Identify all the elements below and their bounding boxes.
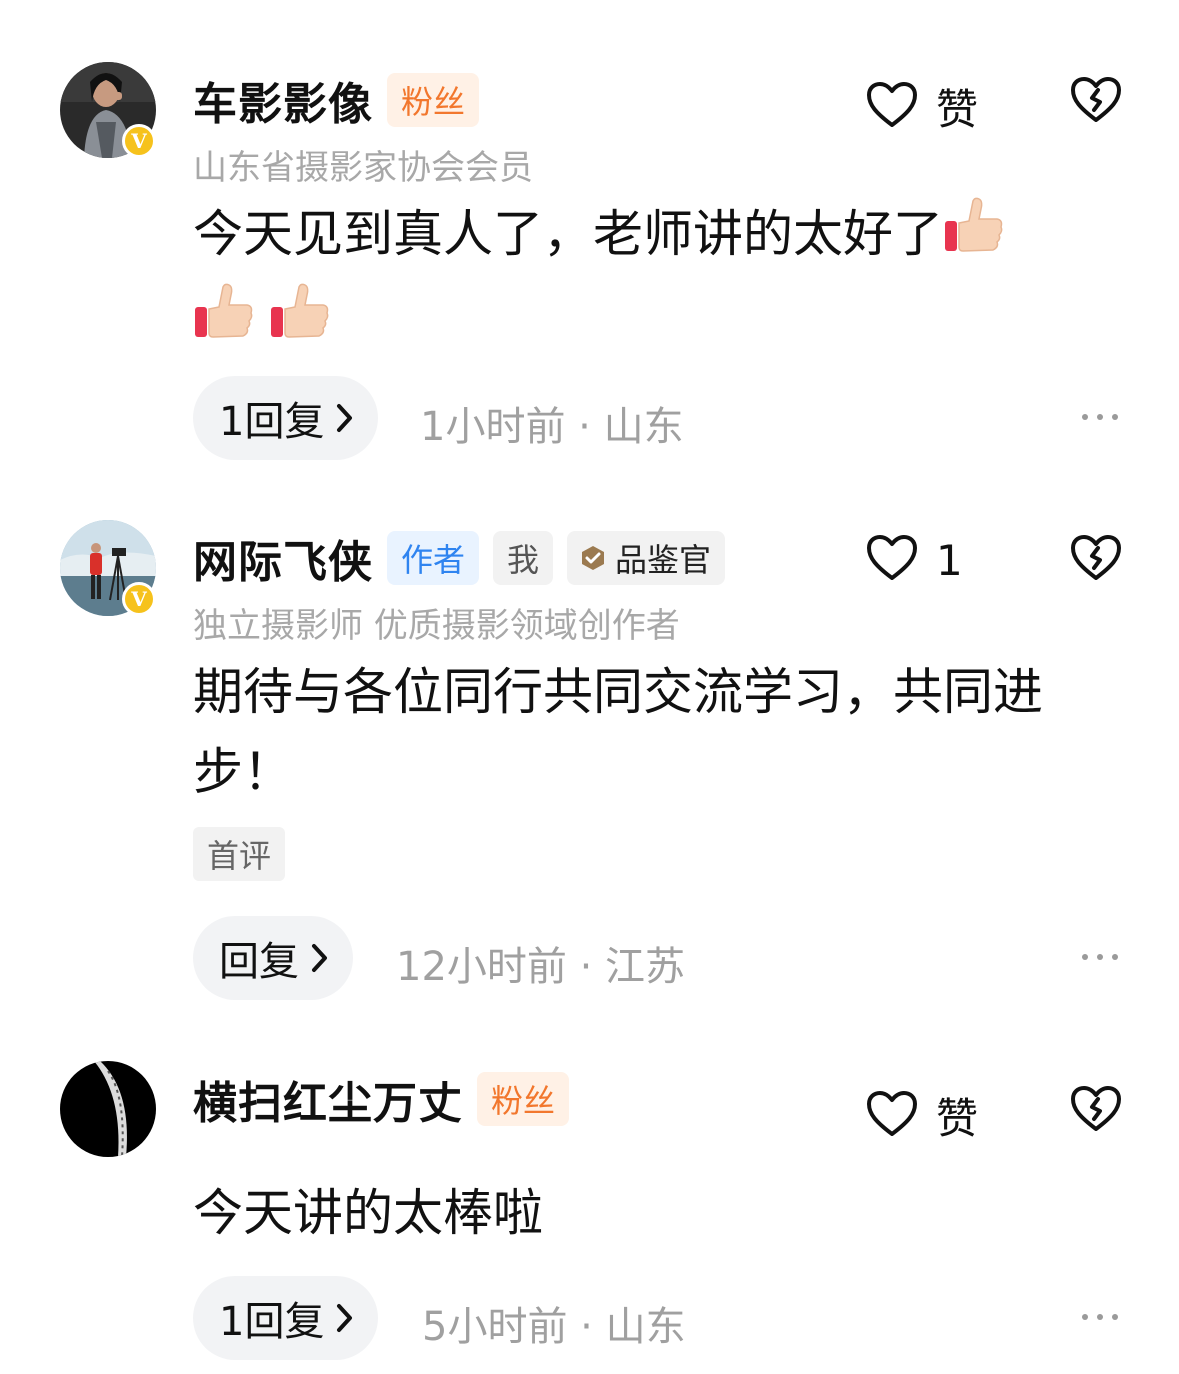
broken-heart-icon <box>1069 535 1123 586</box>
chevron-right-icon <box>311 943 329 973</box>
like-button[interactable]: 赞 <box>866 76 978 137</box>
reply-button[interactable]: 回复 <box>193 916 353 1000</box>
comment-text: 今天讲的太棒啦 <box>193 1184 543 1242</box>
comment-meta: 12小时前 · 江苏 <box>396 944 686 990</box>
dislike-button[interactable] <box>1069 76 1123 128</box>
heart-icon <box>866 534 918 586</box>
verified-badge-icon: V <box>122 124 156 158</box>
reply-label: 1回复 <box>219 1299 325 1345</box>
dislike-button[interactable] <box>1069 534 1123 586</box>
chevron-right-icon <box>336 403 354 433</box>
author-tag: 作者 <box>387 531 480 585</box>
connoisseur-tag-label: 品鉴官 <box>615 541 712 579</box>
fan-tag: 粉丝 <box>387 73 480 127</box>
broken-heart-icon <box>1069 77 1123 128</box>
username[interactable]: 车影影像 <box>193 68 373 132</box>
more-options-button[interactable] <box>1082 414 1118 420</box>
dislike-button[interactable] <box>1069 1085 1123 1137</box>
first-comment-badge: 首评 <box>193 827 286 881</box>
reply-label: 1回复 <box>219 399 325 445</box>
user-title: 独立摄影师 优质摄影领域创作者 <box>193 606 680 646</box>
avatar[interactable]: V <box>60 62 156 158</box>
connoisseur-tag: 品鉴官 <box>567 531 726 585</box>
chevron-right-icon <box>336 1303 354 1333</box>
me-tag: 我 <box>493 531 554 585</box>
reply-label: 回复 <box>219 939 299 985</box>
thumbs-up-icon <box>193 281 255 366</box>
like-button[interactable]: 赞 <box>866 1085 978 1146</box>
verified-badge-icon: V <box>122 582 156 616</box>
check-medal-icon <box>579 544 607 572</box>
comment-text: 今天见到真人了，老师讲的太好了 <box>193 194 1133 366</box>
reply-button[interactable]: 1回复 <box>193 1276 379 1360</box>
reply-button[interactable]: 1回复 <box>193 376 379 460</box>
like-label: 赞 <box>936 85 979 134</box>
fan-tag: 粉丝 <box>477 1072 570 1126</box>
avatar[interactable]: V <box>60 520 156 616</box>
thumbs-up-icon <box>269 281 331 366</box>
user-title: 山东省摄影家协会会员 <box>193 148 533 188</box>
comment-meta: 1小时前 · 山东 <box>420 404 684 450</box>
like-label: 赞 <box>936 1094 979 1143</box>
more-options-button[interactable] <box>1082 1314 1118 1320</box>
like-button[interactable]: 1 <box>866 534 963 586</box>
comment-text-content: 今天见到真人了，老师讲的太好了 <box>193 205 943 263</box>
heart-icon <box>866 81 918 133</box>
comment-meta: 5小时前 · 山东 <box>422 1304 686 1350</box>
thumbs-up-icon <box>943 195 1005 280</box>
like-count: 1 <box>936 535 963 585</box>
username[interactable]: 横扫红尘万丈 <box>193 1067 463 1131</box>
avatar[interactable] <box>60 1061 156 1157</box>
more-options-button[interactable] <box>1082 954 1118 960</box>
username[interactable]: 网际飞侠 <box>193 526 373 590</box>
comment-text: 期待与各位同行共同交流学习，共同进步！ <box>193 663 1043 801</box>
heart-icon <box>866 1090 918 1142</box>
broken-heart-icon <box>1069 1086 1123 1137</box>
